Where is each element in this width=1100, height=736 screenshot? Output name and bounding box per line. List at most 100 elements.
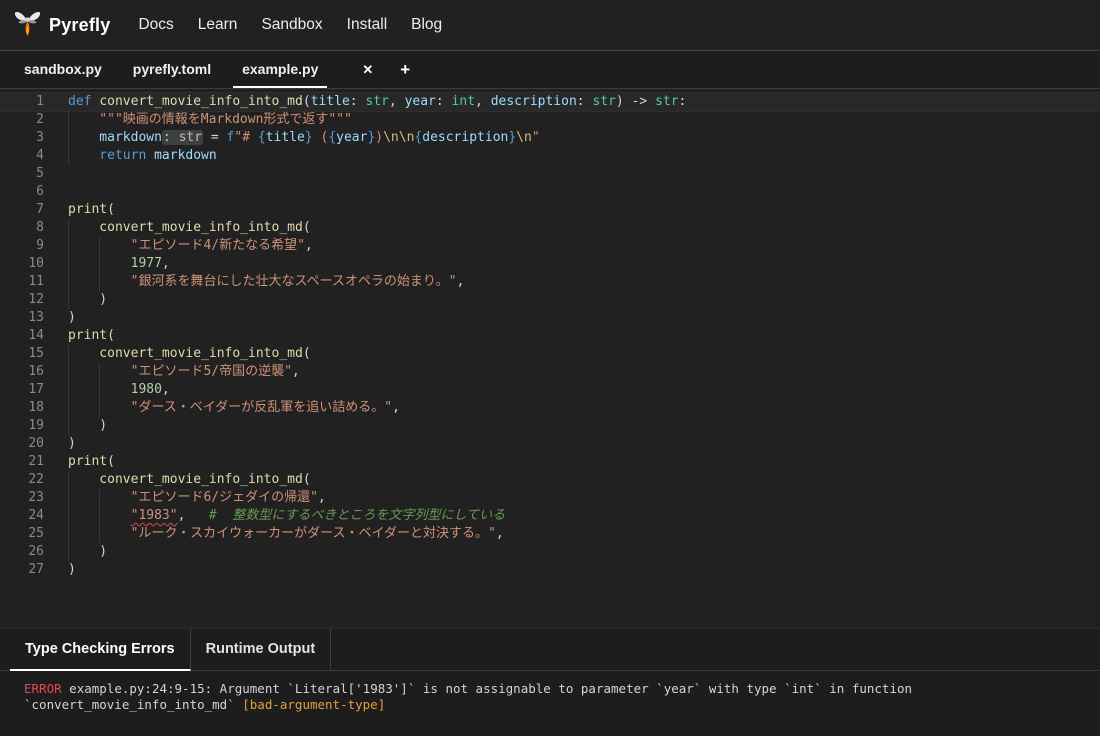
close-tab-icon[interactable]: ✕	[350, 51, 385, 88]
file-tabs: sandbox.py pyrefly.toml example.py	[15, 51, 340, 88]
add-tab-icon[interactable]: +	[388, 51, 422, 88]
line-number: 14	[0, 327, 44, 345]
line-number: 1	[0, 93, 44, 111]
code-line-2[interactable]: 2 """映画の情報をMarkdown形式で返す"""	[0, 111, 1100, 129]
nav-link-sandbox[interactable]: Sandbox	[261, 16, 322, 34]
indent-guide	[99, 525, 100, 543]
code-text: "エピソード6/ジェダイの帰還",	[68, 489, 1100, 507]
code-text: 1980,	[68, 381, 1100, 399]
code-line-3[interactable]: 3 markdown: str = f"# {title} ({year})\n…	[0, 129, 1100, 147]
file-tabbar: sandbox.py pyrefly.toml example.py ✕ +	[0, 51, 1100, 89]
nav-link-learn[interactable]: Learn	[198, 16, 238, 34]
line-number: 25	[0, 525, 44, 543]
code-text: )	[68, 309, 1100, 327]
line-number: 12	[0, 291, 44, 309]
indent-guide	[68, 489, 69, 507]
code-text: )	[68, 417, 1100, 435]
brand[interactable]: Pyrefly	[14, 10, 110, 40]
pyrefly-logo-icon	[14, 10, 41, 40]
code-text: )	[68, 543, 1100, 561]
line-number: 13	[0, 309, 44, 327]
code-line-19[interactable]: 19 )	[0, 417, 1100, 435]
line-number: 27	[0, 561, 44, 579]
indent-guide	[99, 255, 100, 273]
code-line-16[interactable]: 16 "エピソード5/帝国の逆襲",	[0, 363, 1100, 381]
code-text: )	[68, 291, 1100, 309]
code-text: def convert_movie_info_into_md(title: st…	[68, 93, 1100, 111]
line-number: 26	[0, 543, 44, 561]
line-number: 2	[0, 111, 44, 129]
code-line-12[interactable]: 12 )	[0, 291, 1100, 309]
code-text: convert_movie_info_into_md(	[68, 345, 1100, 363]
indent-guide	[99, 507, 100, 525]
code-line-6[interactable]: 6	[0, 183, 1100, 201]
code-line-21[interactable]: 21print(	[0, 453, 1100, 471]
bottom-tab-runtime-output[interactable]: Runtime Output	[191, 629, 332, 671]
code-line-13[interactable]: 13)	[0, 309, 1100, 327]
bottom-panel: Type Checking ErrorsRuntime Output ERROR…	[0, 628, 1100, 736]
code-line-11[interactable]: 11 "銀河系を舞台にした壮大なスペースオペラの始まり。",	[0, 273, 1100, 291]
nav-link-docs[interactable]: Docs	[138, 16, 173, 34]
line-number: 18	[0, 399, 44, 417]
code-text	[68, 183, 1100, 201]
code-line-1[interactable]: 1 def convert_movie_info_into_md(title: s…	[0, 93, 1100, 111]
indent-guide	[68, 237, 69, 255]
code-line-24[interactable]: 24 "1983", # 整数型にするべきところを文字列型にしている	[0, 507, 1100, 525]
code-line-22[interactable]: 22 convert_movie_info_into_md(	[0, 471, 1100, 489]
indent-guide	[68, 399, 69, 417]
code-line-27[interactable]: 27)	[0, 561, 1100, 579]
code-text: print(	[68, 201, 1100, 219]
error-code-tag: [bad-argument-type]	[242, 697, 385, 712]
code-line-15[interactable]: 15 convert_movie_info_into_md(	[0, 345, 1100, 363]
indent-guide	[68, 543, 69, 561]
indent-guide	[68, 525, 69, 543]
code-editor[interactable]: 1 def convert_movie_info_into_md(title: s…	[0, 89, 1100, 628]
code-text: 1977,	[68, 255, 1100, 273]
code-line-9[interactable]: 9 "エピソード4/新たなる希望",	[0, 237, 1100, 255]
indent-guide	[68, 129, 69, 147]
line-number: 23	[0, 489, 44, 507]
code-text: "銀河系を舞台にした壮大なスペースオペラの始まり。",	[68, 273, 1100, 291]
code-line-20[interactable]: 20)	[0, 435, 1100, 453]
code-line-14[interactable]: 14 print(	[0, 327, 1100, 345]
file-tab-example.py[interactable]: example.py	[233, 51, 327, 88]
line-number: 22	[0, 471, 44, 489]
file-tab-pyrefly.toml[interactable]: pyrefly.toml	[124, 51, 220, 88]
code-line-23[interactable]: 23 "エピソード6/ジェダイの帰還",	[0, 489, 1100, 507]
code-line-5[interactable]: 5	[0, 165, 1100, 183]
indent-guide	[68, 291, 69, 309]
indent-guide	[68, 345, 69, 363]
line-number: 21	[0, 453, 44, 471]
indent-guide	[68, 111, 69, 129]
code-text: "ルーク・スカイウォーカーがダース・ベイダーと対決する。",	[68, 525, 1100, 543]
code-text: )	[68, 435, 1100, 453]
nav-link-install[interactable]: Install	[347, 16, 388, 34]
code-text: return markdown	[68, 147, 1100, 165]
indent-guide	[99, 237, 100, 255]
line-number: 15	[0, 345, 44, 363]
line-number: 7	[0, 201, 44, 219]
indent-guide	[68, 417, 69, 435]
code-text	[68, 165, 1100, 183]
indent-guide	[68, 381, 69, 399]
code-line-10[interactable]: 10 1977,	[0, 255, 1100, 273]
file-tab-sandbox.py[interactable]: sandbox.py	[15, 51, 111, 88]
code-line-17[interactable]: 17 1980,	[0, 381, 1100, 399]
code-line-18[interactable]: 18 "ダース・ベイダーが反乱軍を追い詰める。",	[0, 399, 1100, 417]
line-number: 10	[0, 255, 44, 273]
code-text: "ダース・ベイダーが反乱軍を追い詰める。",	[68, 399, 1100, 417]
indent-guide	[99, 489, 100, 507]
code-line-8[interactable]: 8 convert_movie_info_into_md(	[0, 219, 1100, 237]
line-number: 9	[0, 237, 44, 255]
nav-link-blog[interactable]: Blog	[411, 16, 442, 34]
bottom-tab-type-checking-errors[interactable]: Type Checking Errors	[10, 629, 191, 671]
indent-guide	[99, 363, 100, 381]
code-text: print(	[68, 327, 1100, 345]
type-checking-output[interactable]: ERROR example.py:24:9-15: Argument `Lite…	[0, 671, 1100, 713]
code-line-26[interactable]: 26 )	[0, 543, 1100, 561]
code-line-25[interactable]: 25 "ルーク・スカイウォーカーがダース・ベイダーと対決する。",	[0, 525, 1100, 543]
code-text: markdown: str = f"# {title} ({year})\n\n…	[68, 129, 1100, 147]
code-line-4[interactable]: 4 return markdown	[0, 147, 1100, 165]
line-number: 3	[0, 129, 44, 147]
code-line-7[interactable]: 7 print(	[0, 201, 1100, 219]
